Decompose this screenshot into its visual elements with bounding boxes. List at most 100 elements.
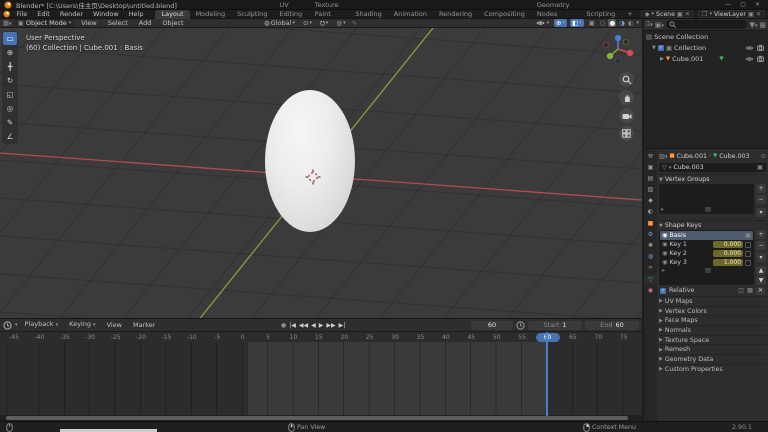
render-visibility-icon[interactable]	[757, 44, 766, 51]
properties-tab-view-layer[interactable]: ▨	[645, 186, 657, 194]
vertex-groups-panel-header[interactable]: ▼Vertex Groups	[659, 174, 766, 184]
scene-selector[interactable]: ◆▾ Scene ▣✕	[641, 10, 694, 18]
use-preview-range-clock-icon[interactable]	[516, 321, 525, 330]
mute-icon[interactable]: ▣	[745, 232, 751, 239]
shading-rendered-button[interactable]: ◐	[628, 19, 634, 27]
maximize-button[interactable]: ▢	[740, 1, 746, 8]
tab-uv-editing[interactable]: UV Editing	[274, 1, 309, 19]
zoom-button[interactable]	[619, 72, 634, 87]
tab-sculpting[interactable]: Sculpting	[231, 10, 273, 19]
collection-checkbox[interactable]: ✓	[658, 45, 664, 51]
properties-tab-physics[interactable]: ◍	[645, 253, 657, 261]
properties-tab-output[interactable]: ▤	[645, 174, 657, 182]
vertex-group-specials-menu[interactable]: ▾	[756, 208, 766, 217]
new-scene-icon[interactable]: ▣	[677, 11, 683, 18]
menu-keying[interactable]: Keying ▾	[65, 320, 99, 330]
start-frame-field[interactable]: Start1	[528, 321, 582, 330]
move-tool[interactable]: ╋	[3, 60, 17, 73]
editor-type-dropdown[interactable]: ▾	[15, 322, 18, 328]
view-layer-selector[interactable]: ❒▾ ViewLayer ▣✕	[698, 10, 765, 18]
data-name-field[interactable]: ▽▾ Cube.003 ▣	[659, 163, 766, 172]
relative-checkbox[interactable]: ✓	[660, 288, 666, 294]
shape-key-row-2[interactable]: ◉ Key 2 0.000	[660, 249, 753, 258]
properties-tab-object[interactable]: ■	[645, 219, 657, 227]
outliner-row-collection[interactable]: ▼ ✓ ▣ Collection	[644, 42, 768, 53]
close-button[interactable]: ✕	[755, 1, 760, 8]
tab-shading[interactable]: Shading	[349, 10, 387, 19]
panel-texture-space[interactable]: ▶Texture Space	[659, 335, 766, 345]
scale-tool[interactable]: ◱	[3, 88, 17, 101]
edit-mode-icon[interactable]: ▦	[747, 287, 753, 294]
end-frame-field[interactable]: End60	[585, 321, 639, 330]
tab-texture-paint[interactable]: Texture Paint	[309, 1, 350, 19]
properties-tab-object-data[interactable]: ▽	[644, 275, 657, 283]
menu-select[interactable]: Select	[104, 19, 132, 28]
clear-shape-keys-button[interactable]: ✕	[756, 287, 765, 295]
tab-modeling[interactable]: Modeling	[190, 10, 232, 19]
camera-view-button[interactable]	[619, 108, 634, 123]
mute-checkbox[interactable]	[745, 242, 751, 248]
mute-checkbox[interactable]	[745, 251, 751, 257]
panel-face-maps[interactable]: ▶Face Maps	[659, 315, 766, 325]
current-frame-field[interactable]: 60	[471, 321, 513, 330]
remove-vertex-group-button[interactable]: −	[756, 195, 766, 204]
mode-dropdown[interactable]: ▣ Object Mode ▾	[15, 19, 75, 27]
menu-edit[interactable]: Edit	[33, 10, 54, 19]
object-visibility-dropdown[interactable]: ▾	[534, 19, 551, 27]
outliner-row-scene-collection[interactable]: ▤ Scene Collection	[644, 31, 768, 42]
shape-key-specials-menu[interactable]: ▾	[756, 253, 766, 262]
add-workspace-button[interactable]: +	[621, 10, 638, 19]
properties-tab-tool[interactable]: ⚒	[645, 152, 657, 160]
menu-help[interactable]: Help	[125, 10, 148, 19]
shape-key-row-1[interactable]: ◉ Key 1 0.000	[660, 240, 753, 249]
shape-keys-panel-header[interactable]: ▼Shape Keys	[659, 220, 766, 230]
annotate-tool[interactable]: ✎	[3, 116, 17, 129]
next-keyframe-button[interactable]: ▶▶	[326, 322, 335, 329]
properties-tab-material[interactable]: ◉	[645, 286, 657, 294]
tab-rendering[interactable]: Rendering	[433, 10, 478, 19]
show-overlays-toggle[interactable]: ◧▾	[570, 19, 584, 27]
mute-checkbox[interactable]	[745, 260, 751, 266]
select-box-tool[interactable]: ▭	[3, 32, 17, 45]
properties-tab-constraints[interactable]: ∞	[645, 264, 657, 272]
shape-key-row-basis[interactable]: ◉ Basis ▣	[660, 231, 753, 240]
shape-key-row-3[interactable]: ◉ Key 3 1.000	[660, 258, 753, 267]
menu-window[interactable]: Window	[89, 10, 123, 19]
menu-file[interactable]: File	[12, 10, 31, 19]
menu-add[interactable]: Add	[135, 19, 156, 28]
render-visibility-icon[interactable]	[757, 55, 766, 62]
transform-tool[interactable]: ◎	[3, 102, 17, 115]
show-gizmo-toggle[interactable]: ⊕▾	[554, 19, 567, 27]
show-only-icon[interactable]: ◫	[738, 287, 744, 294]
toggle-perspective-button[interactable]	[619, 126, 634, 141]
viewport-3d[interactable]: User Perspective (60) Collection | Cube.…	[0, 28, 642, 318]
timeline-ruler[interactable]: -45-40-35-30-25-20-15-10-505101520253035…	[2, 332, 636, 342]
blender-menu-icon[interactable]	[3, 10, 10, 18]
play-reverse-button[interactable]: ◀	[311, 322, 316, 329]
add-vertex-group-button[interactable]: +	[756, 184, 766, 193]
menu-playback[interactable]: Playback ▾	[21, 320, 63, 330]
panel-vertex-colors[interactable]: ▶Vertex Colors	[659, 306, 766, 316]
hide-eye-icon[interactable]	[745, 56, 754, 62]
hide-eye-icon[interactable]	[745, 45, 754, 51]
jump-to-start-button[interactable]: |◀	[289, 322, 296, 329]
properties-tab-particles[interactable]: ✱	[645, 242, 657, 250]
shape-key-value-field[interactable]: 0.000	[713, 241, 743, 248]
filter-funnel-icon[interactable]: ▼▾	[749, 21, 757, 29]
playhead-line[interactable]	[546, 332, 548, 416]
auto-key-button[interactable]: ●	[281, 322, 286, 329]
pivot-point-dropdown[interactable]: ⊙▾	[301, 19, 314, 27]
editor-type-icon[interactable]: ▦▾	[3, 19, 12, 27]
rotate-tool[interactable]: ↻	[3, 74, 17, 87]
panel-geometry-data[interactable]: ▶Geometry Data	[659, 354, 766, 364]
tab-animation[interactable]: Animation	[388, 10, 433, 19]
new-layer-icon[interactable]: ▣	[748, 11, 754, 18]
shape-key-value-field[interactable]: 0.000	[713, 250, 743, 257]
properties-tab-modifiers[interactable]: ⚙	[645, 230, 657, 238]
tab-compositing[interactable]: Compositing	[478, 10, 531, 19]
play-button[interactable]: ▶	[319, 322, 324, 329]
breadcrumb-data[interactable]: Cube.003	[719, 153, 749, 160]
panel-custom-properties[interactable]: ▶Custom Properties	[659, 364, 766, 374]
snap-toggle[interactable]: Ω▾	[318, 19, 330, 27]
menu-marker[interactable]: Marker	[129, 321, 159, 330]
